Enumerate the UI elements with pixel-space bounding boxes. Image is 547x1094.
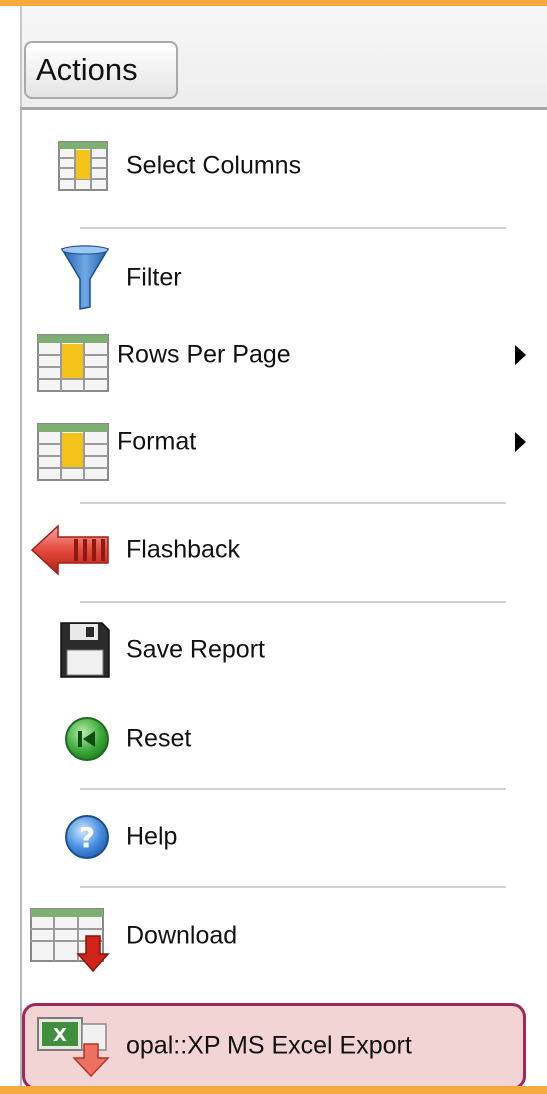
menu-item-format[interactable]: Format	[0, 412, 527, 481]
submenu-arrow-icon	[515, 345, 526, 365]
menu-item-label: Save Report	[126, 635, 265, 664]
menu-item-filter[interactable]: Filter	[0, 245, 527, 310]
red-arrow-left-icon	[30, 524, 109, 576]
floppy-disk-icon	[60, 622, 110, 678]
menu-item-label: Rows Per Page	[117, 340, 291, 369]
menu-separator	[80, 886, 506, 888]
menu-item-label: Select Columns	[126, 151, 302, 180]
question-mark-icon: ?	[65, 815, 109, 859]
funnel-icon	[60, 245, 110, 310]
submenu-arrow-icon	[515, 432, 526, 452]
frame-bottom-border	[0, 1086, 547, 1094]
menu-item-label: Download	[126, 921, 238, 950]
excel-export-icon: X	[37, 1017, 110, 1078]
menu-separator	[80, 502, 506, 504]
svg-text:?: ?	[79, 821, 95, 854]
svg-text:X: X	[53, 1025, 67, 1046]
menu-item-flashback[interactable]: Flashback	[0, 520, 527, 580]
table-download-icon	[30, 908, 110, 972]
table-rows-icon	[37, 334, 109, 392]
menu-item-label: Filter	[126, 263, 182, 292]
menu-item-label: Help	[126, 822, 178, 851]
menu-item-download[interactable]: Download	[0, 906, 527, 972]
menu-item-rows-per-page[interactable]: Rows Per Page	[0, 325, 527, 392]
menu-item-save-report[interactable]: Save Report	[0, 620, 527, 680]
actions-menu-button[interactable]: Actions	[24, 41, 178, 99]
menu-separator	[80, 227, 506, 229]
menu-item-help[interactable]: ? Help	[0, 807, 527, 867]
menu-item-label: opal::XP MS Excel Export	[126, 1031, 412, 1060]
menu-item-label: Reset	[126, 724, 192, 753]
menu-item-excel-export[interactable]: X opal::XP MS Excel Export	[0, 1006, 527, 1086]
green-reset-icon	[65, 717, 109, 761]
table-format-icon	[37, 423, 109, 481]
menu-item-select-columns[interactable]: Select Columns	[0, 136, 527, 196]
menu-separator	[80, 601, 506, 603]
table-columns-icon	[58, 141, 108, 191]
menu-separator	[80, 788, 506, 790]
menu-item-reset[interactable]: Reset	[0, 709, 527, 769]
menu-item-label: Format	[117, 427, 197, 456]
menu-item-label: Flashback	[126, 535, 240, 564]
